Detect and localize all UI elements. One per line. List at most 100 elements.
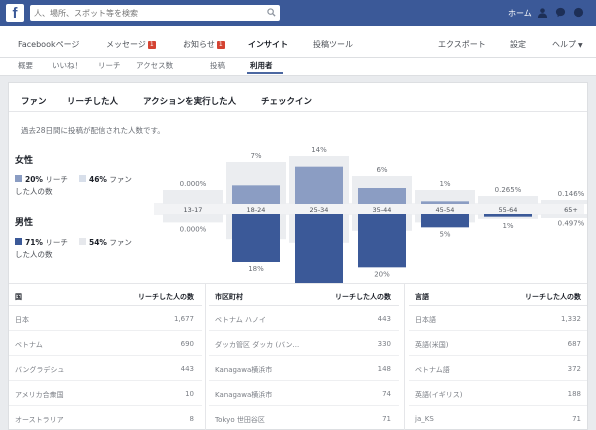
female-data-label: 6% [376, 166, 387, 174]
tab-facebook-page[interactable]: Facebookページ [18, 39, 79, 50]
facebook-logo-icon[interactable]: f [6, 4, 24, 22]
row-name: ベトナム [15, 341, 43, 349]
age-tick-label: 45-54 [436, 206, 455, 214]
row-value: 372 [567, 365, 581, 373]
age-tick-label: 13-17 [184, 206, 203, 214]
country-header[interactable]: 国 [15, 292, 22, 302]
help-label: ヘルプ [552, 40, 576, 49]
language-reach-header[interactable]: リーチした人の数 [525, 292, 581, 302]
row-name: 日本 [15, 316, 29, 324]
table-row: Kanagawa横浜市 74 [209, 382, 399, 406]
row-name: Kanagawa横浜市 [215, 366, 273, 374]
female-fan-bar [478, 196, 538, 204]
country-reach-header[interactable]: リーチした人の数 [138, 292, 194, 302]
column-divider [205, 284, 206, 430]
search-box [30, 5, 280, 21]
help-menu[interactable]: ヘルプ ▼ [552, 39, 583, 50]
row-value: 443 [377, 315, 391, 323]
female-data-label: 1% [439, 180, 450, 188]
city-table: 市区町村 リーチした人の数 ベトナム ハノイ 443 ダッカ管区 ダッカ (バン..… [209, 284, 399, 430]
tab-messages-label: メッセージ [106, 40, 146, 49]
city-header[interactable]: 市区町村 [215, 292, 243, 302]
language-table: 言語 リーチした人の数 日本語 1,332 英語(米国) 687 ベトナム語 372 英語(… [409, 284, 587, 430]
country-table: 国 リーチした人の数 日本 1,677 ベトナム 690 バングラデシュ 443 アメリカ合… [9, 284, 202, 430]
row-value: 74 [382, 390, 391, 398]
male-data-label: 0.000% [180, 225, 207, 233]
male-fan-bar [541, 214, 587, 218]
subtab-page-views[interactable]: アクセス数 [136, 60, 173, 71]
row-name: バングラデシュ [15, 366, 65, 374]
row-name: ベトナム語 [415, 366, 450, 374]
messages-icon[interactable] [555, 7, 566, 18]
home-link[interactable]: ホーム [508, 8, 532, 19]
table-row: 日本語 1,332 [409, 307, 587, 331]
row-value: 148 [377, 365, 391, 373]
row-value: 1,332 [560, 315, 581, 323]
row-name: アメリカ合衆国 [15, 391, 64, 399]
row-name: ダッカ管区 ダッカ (バン... [215, 341, 300, 349]
city-reach-header[interactable]: リーチした人の数 [335, 292, 391, 302]
tab-insights[interactable]: インサイト [248, 39, 288, 50]
subtab-overview[interactable]: 概要 [18, 60, 33, 71]
female-reach-bar [232, 185, 280, 204]
tab-notifications[interactable]: お知らせ 1 [183, 39, 225, 50]
table-row: Kanagawa横浜市 148 [209, 357, 399, 381]
row-name: Kanagawa横浜市 [215, 391, 273, 399]
search-icon[interactable] [267, 8, 276, 17]
table-row: オーストラリア 8 [9, 407, 202, 430]
row-name: ja_KS [415, 415, 434, 423]
tab-settings[interactable]: 設定 [510, 39, 526, 50]
row-value: 1,677 [173, 315, 194, 323]
age-gender-chart: 0.000%0.000%13-177%18%18-2414%27%25-346%… [154, 146, 587, 283]
male-reach-bar [421, 214, 469, 228]
chevron-down-icon: ▼ [578, 42, 583, 49]
female-fan-bar [541, 200, 587, 204]
age-tick-label: 55-64 [499, 206, 518, 214]
female-reach-bar [358, 188, 406, 204]
table-row: ベトナム語 372 [409, 357, 587, 381]
male-data-label: 0.497% [558, 219, 585, 227]
insights-subtabs: 概要 いいね！ リーチ アクセス数 投稿 利用者 [0, 58, 596, 76]
table-row: Tokyo 世田谷区 71 [209, 407, 399, 430]
top-navigation-bar: f ホーム [0, 0, 596, 26]
male-reach-bar [358, 214, 406, 268]
people-panel: ファン リーチした人 アクションを実行した人 チェックイン 過去28日間に投稿が… [8, 82, 588, 430]
row-name: 英語(イギリス) [415, 391, 463, 399]
subtab-people[interactable]: 利用者 [250, 60, 273, 71]
age-tick-label: 25-34 [310, 206, 329, 214]
search-input[interactable] [34, 5, 262, 21]
row-name: オーストラリア [15, 416, 64, 424]
male-data-label: 5% [439, 230, 450, 238]
friend-requests-icon[interactable] [537, 7, 548, 18]
row-value: 687 [567, 340, 581, 348]
tab-messages[interactable]: メッセージ 1 [106, 39, 156, 50]
table-row: 英語(イギリス) 188 [409, 382, 587, 406]
export-button[interactable]: エクスポート [438, 39, 486, 50]
notifications-badge: 1 [216, 41, 225, 49]
subtab-reach[interactable]: リーチ [98, 60, 121, 71]
row-name: 英語(米国) [415, 341, 449, 349]
row-value: 188 [567, 390, 581, 398]
row-name: ベトナム ハノイ [215, 316, 267, 324]
row-name: Tokyo 世田谷区 [215, 416, 265, 424]
tab-notifications-label: お知らせ [183, 40, 215, 49]
active-subtab-indicator [247, 72, 283, 74]
notifications-globe-icon[interactable] [573, 7, 584, 18]
male-reach-bar [484, 214, 532, 217]
female-data-label: 14% [311, 146, 327, 154]
subtab-likes[interactable]: いいね！ [52, 60, 82, 71]
messages-badge: 1 [147, 41, 156, 49]
age-tick-label: 35-44 [373, 206, 392, 214]
column-divider [404, 284, 405, 430]
male-reach-bar [232, 214, 280, 262]
female-fan-bar [163, 190, 223, 204]
row-value: 71 [572, 415, 581, 423]
male-data-label: 20% [374, 270, 390, 278]
subtab-posts[interactable]: 投稿 [210, 60, 225, 71]
age-tick-label: 65+ [564, 206, 578, 214]
language-header[interactable]: 言語 [415, 292, 429, 302]
age-tick-label: 18-24 [247, 206, 266, 214]
table-row: 英語(米国) 687 [409, 332, 587, 356]
tab-publishing-tools[interactable]: 投稿ツール [313, 39, 353, 50]
female-reach-bar [295, 166, 343, 204]
